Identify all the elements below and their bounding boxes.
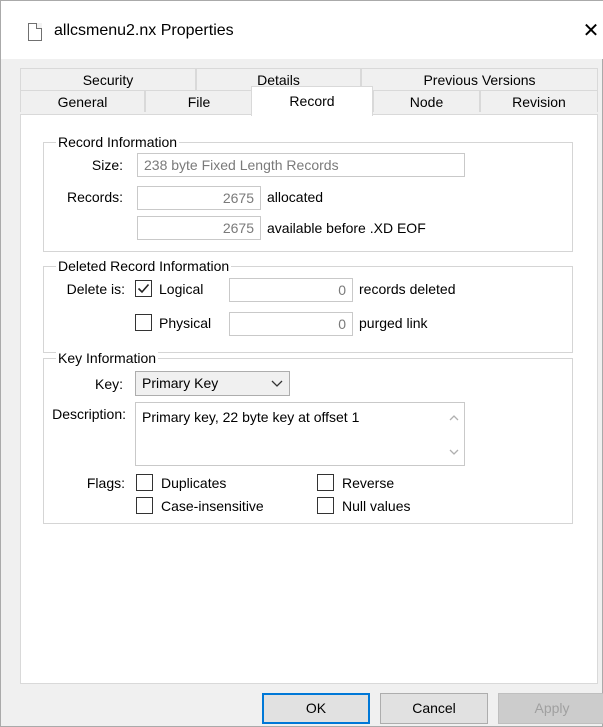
- tab-previous-versions[interactable]: Previous Versions: [361, 68, 598, 90]
- logical-checkbox[interactable]: [135, 280, 152, 297]
- reverse-checkbox[interactable]: [317, 474, 334, 491]
- null-values-checkbox[interactable]: [317, 497, 334, 514]
- null-values-label[interactable]: Null values: [342, 497, 410, 515]
- tab-panel-record: Record Information Size: 238 byte Fixed …: [20, 114, 598, 684]
- key-label: Key:: [94, 376, 123, 392]
- title-bar: allcsmenu2.nx Properties ✕: [1, 1, 603, 59]
- purged-link-label: purged link: [359, 315, 428, 331]
- deleted-record-legend: Deleted Record Information: [56, 257, 232, 275]
- description-label: Description:: [52, 406, 126, 422]
- logical-label[interactable]: Logical: [159, 280, 203, 298]
- window-title: allcsmenu2.nx Properties: [54, 22, 234, 39]
- chevron-down-icon: [271, 380, 283, 387]
- file-icon: [28, 23, 42, 41]
- scroll-up-icon[interactable]: [447, 411, 461, 425]
- description-textarea[interactable]: Primary key, 22 byte key at offset 1: [135, 402, 465, 466]
- tab-record[interactable]: Record: [251, 86, 373, 116]
- duplicates-label[interactable]: Duplicates: [161, 474, 226, 492]
- cancel-button[interactable]: Cancel: [380, 693, 488, 724]
- checkmark-icon: [137, 283, 150, 294]
- delete-is-label: Delete is:: [66, 281, 125, 297]
- record-information-legend: Record Information: [56, 133, 180, 151]
- tab-revision[interactable]: Revision: [480, 90, 598, 112]
- records-deleted-field: 0: [229, 278, 353, 302]
- case-insensitive-label[interactable]: Case-insensitive: [161, 497, 264, 515]
- description-text: Primary key, 22 byte key at offset 1: [142, 409, 360, 425]
- tab-file[interactable]: File: [145, 90, 253, 112]
- close-button[interactable]: ✕: [579, 19, 603, 43]
- records-deleted-label: records deleted: [359, 281, 456, 297]
- physical-label[interactable]: Physical: [159, 314, 211, 332]
- tab-node[interactable]: Node: [373, 90, 480, 112]
- allocated-label: allocated: [267, 189, 324, 205]
- ok-button[interactable]: OK: [262, 693, 370, 724]
- key-information-legend: Key Information: [56, 349, 159, 367]
- properties-dialog: allcsmenu2.nx Properties ✕ Security Deta…: [0, 0, 603, 727]
- records-label: Records:: [66, 189, 123, 205]
- apply-button[interactable]: Apply: [498, 693, 603, 724]
- size-label: Size:: [91, 157, 123, 173]
- tab-general[interactable]: General: [20, 90, 145, 112]
- size-field: 238 byte Fixed Length Records: [137, 153, 465, 177]
- flags-label: Flags:: [86, 475, 125, 491]
- reverse-label[interactable]: Reverse: [342, 474, 394, 492]
- case-insensitive-checkbox[interactable]: [136, 497, 153, 514]
- allocated-field: 2675: [137, 186, 261, 210]
- key-select[interactable]: Primary Key: [135, 371, 290, 396]
- available-label: available before .XD EOF: [267, 220, 426, 236]
- physical-checkbox[interactable]: [135, 314, 152, 331]
- available-field: 2675: [137, 216, 261, 240]
- key-select-value: Primary Key: [142, 375, 219, 391]
- purged-link-field: 0: [229, 312, 353, 336]
- tab-security[interactable]: Security: [20, 68, 196, 90]
- scroll-down-icon[interactable]: [447, 445, 461, 459]
- duplicates-checkbox[interactable]: [136, 474, 153, 491]
